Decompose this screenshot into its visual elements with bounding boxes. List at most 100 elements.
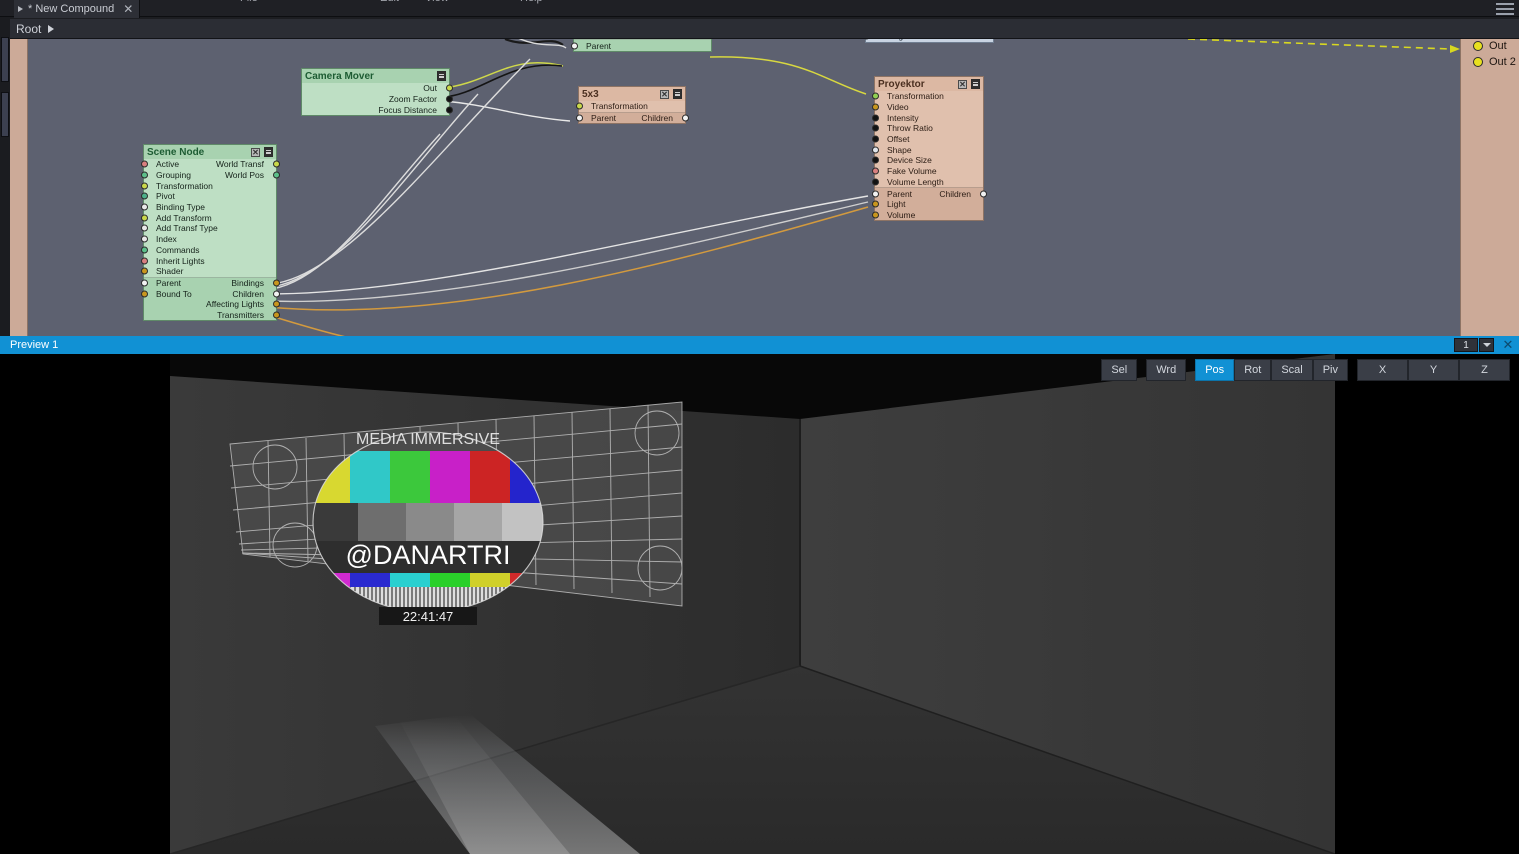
- viewport-scene[interactable]: MEDIA IMMERSIVE @DANARTRI 22:41:47: [170, 354, 1335, 854]
- preview-index-input[interactable]: 1: [1454, 338, 1478, 352]
- tab-new-compound[interactable]: * New Compound ✕: [14, 0, 141, 18]
- graph-node-camera-mover[interactable]: Camera Mover Out Zoom Factor Focus Distance: [301, 68, 453, 117]
- port-dot[interactable]: [272, 300, 280, 308]
- node-port-row[interactable]: Affecting Lights: [144, 299, 280, 310]
- port-dot[interactable]: [979, 190, 987, 198]
- axis-button-z[interactable]: Z: [1459, 359, 1510, 381]
- node-port-row[interactable]: Shape: [871, 144, 983, 155]
- node-port-row[interactable]: Commands: [140, 245, 276, 256]
- port-dot[interactable]: [871, 211, 879, 219]
- node-port-row[interactable]: Transmitters: [144, 310, 280, 321]
- port-dot[interactable]: [272, 171, 280, 179]
- port-dot[interactable]: [272, 279, 280, 287]
- port-dot[interactable]: [681, 114, 689, 122]
- rail-tab-1[interactable]: [1, 37, 9, 82]
- node-port-row[interactable]: Active World Transf: [140, 159, 280, 170]
- node-port-row[interactable]: Transformation: [575, 101, 685, 112]
- node-port-row[interactable]: Strength: [862, 39, 993, 42]
- graph-node-scene-node[interactable]: Scene Node ✕ Active World Transf Grouping Wor…: [140, 144, 280, 322]
- graph-node-strength-node[interactable]: Strength: [862, 39, 994, 43]
- node-port-row[interactable]: Fake Volume: [871, 166, 983, 177]
- menu-icon[interactable]: [673, 89, 682, 99]
- node-port-row[interactable]: Volume Length: [871, 177, 983, 188]
- node-port-row[interactable]: Zoom Factor: [302, 94, 453, 105]
- viewport-3d[interactable]: MEDIA IMMERSIVE @DANARTRI 22:41:47 Sel W…: [0, 354, 1519, 854]
- node-port-row[interactable]: Out: [302, 83, 453, 94]
- world-button[interactable]: Wrd: [1146, 359, 1187, 381]
- breadcrumb-root[interactable]: Root: [16, 22, 41, 36]
- port-dot[interactable]: [575, 114, 583, 122]
- port-dot[interactable]: [871, 103, 879, 111]
- transform-mode-piv[interactable]: Piv: [1312, 359, 1348, 381]
- chevron-down-icon[interactable]: [1479, 338, 1494, 352]
- port-dot[interactable]: [871, 124, 879, 132]
- preview-title-bar[interactable]: Preview 1 1 ✕: [0, 336, 1519, 354]
- port-dot[interactable]: [140, 171, 148, 179]
- node-port-row[interactable]: Throw Ratio: [871, 123, 983, 134]
- node-port-row[interactable]: Transformation: [871, 91, 983, 102]
- triangle-right-icon[interactable]: [48, 24, 55, 33]
- graph-node-transform-5x3[interactable]: 5x3 ✕ Transformation Parent Children: [575, 86, 689, 125]
- port-dot[interactable]: [445, 95, 453, 103]
- node-header[interactable]: Scene Node ✕: [144, 145, 276, 159]
- node-port-row[interactable]: Intensity: [871, 112, 983, 123]
- port-dot[interactable]: [871, 146, 879, 154]
- transform-mode-scal[interactable]: Scal: [1271, 359, 1313, 381]
- node-port-row[interactable]: Parent Children: [575, 113, 689, 124]
- menu-icon[interactable]: [264, 147, 273, 157]
- close-icon[interactable]: ✕: [1497, 336, 1519, 354]
- port-dot[interactable]: [445, 106, 453, 114]
- port-dot[interactable]: [140, 235, 148, 243]
- port-dot[interactable]: [871, 200, 879, 208]
- node-port-row[interactable]: Parent Bindings: [140, 278, 280, 289]
- port-dot[interactable]: [140, 279, 148, 287]
- node-port-row[interactable]: Index: [140, 234, 276, 245]
- port-dot[interactable]: [140, 192, 148, 200]
- rail-tab-2[interactable]: [1, 92, 9, 137]
- port-dot[interactable]: [871, 156, 879, 164]
- port-dot[interactable]: [140, 267, 148, 275]
- node-header[interactable]: Camera Mover: [302, 69, 449, 83]
- port-dot[interactable]: [272, 311, 280, 319]
- port-dot[interactable]: [570, 42, 578, 50]
- node-port-row[interactable]: Parent: [570, 40, 711, 51]
- close-icon[interactable]: ✕: [123, 3, 133, 15]
- port-dot[interactable]: [871, 190, 879, 198]
- node-header[interactable]: Proyektor ✕: [875, 77, 983, 91]
- port-dot[interactable]: [871, 178, 879, 186]
- node-port-row[interactable]: Add Transform: [140, 212, 276, 223]
- node-port-row[interactable]: Binding Type: [140, 202, 276, 213]
- node-port-row[interactable]: Add Transf Type: [140, 223, 276, 234]
- graph-node-aspect-jitter-node[interactable]: AspectJitterParent: [570, 39, 712, 53]
- port-dot[interactable]: [140, 203, 148, 211]
- port-dot[interactable]: [871, 114, 879, 122]
- port-dot[interactable]: [272, 290, 280, 298]
- close-icon[interactable]: ✕: [958, 79, 967, 89]
- node-port-row[interactable]: Volume: [871, 210, 983, 221]
- port-dot[interactable]: [140, 214, 148, 222]
- select-button[interactable]: Sel: [1101, 359, 1138, 381]
- node-port-row[interactable]: Focus Distance: [302, 104, 453, 115]
- port-dot[interactable]: [140, 290, 148, 298]
- node-graph-canvas[interactable]: Out Out 2 Scene Node ✕ Active World Tran…: [10, 39, 1519, 339]
- node-port-row[interactable]: Parent Children: [871, 188, 987, 199]
- port-dot[interactable]: [140, 160, 148, 168]
- port-dot[interactable]: [575, 102, 583, 110]
- node-header[interactable]: 5x3 ✕: [579, 87, 685, 101]
- node-port-row[interactable]: Pivot: [140, 191, 276, 202]
- node-port-row[interactable]: Grouping World Pos: [140, 170, 280, 181]
- node-port-row[interactable]: Transformation: [140, 180, 276, 191]
- port-dot[interactable]: [140, 182, 148, 190]
- node-port-row[interactable]: Offset: [871, 134, 983, 145]
- port-dot[interactable]: [445, 84, 453, 92]
- menu-icon[interactable]: [437, 71, 446, 81]
- node-port-row[interactable]: Inherit Lights: [140, 255, 276, 266]
- port-dot[interactable]: [140, 257, 148, 265]
- port-dot[interactable]: [871, 167, 879, 175]
- node-port-row[interactable]: Device Size: [871, 155, 983, 166]
- port-dot[interactable]: [140, 246, 148, 254]
- close-icon[interactable]: ✕: [251, 147, 260, 157]
- node-port-row[interactable]: Bound To Children: [140, 288, 280, 299]
- menu-icon[interactable]: [971, 79, 980, 89]
- port-dot[interactable]: [871, 92, 879, 100]
